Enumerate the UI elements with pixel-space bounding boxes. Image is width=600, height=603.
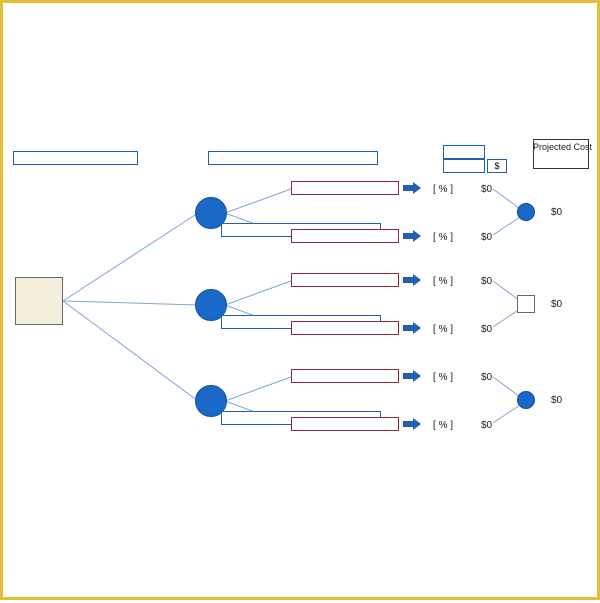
arrow-3b (403, 419, 421, 429)
projected-3: $0 (551, 395, 562, 406)
pct-3b: % (433, 420, 453, 431)
arrow-1b (403, 231, 421, 241)
header-dollar-cell: $ (487, 159, 507, 173)
projected-2: $0 (551, 299, 562, 310)
outcome-box-1b (291, 229, 399, 243)
arrow-2a (403, 275, 421, 285)
arrow-1a (403, 183, 421, 193)
projected-cost-label: Projected Cost (533, 142, 589, 153)
terminal-node-2 (517, 295, 535, 313)
decision-root-node (15, 277, 63, 325)
diagram-canvas: $ Projected Cost % % $0 $0 $0 % % $0 $0 … (3, 3, 600, 603)
arrow-3a (403, 371, 421, 381)
cost-1a: $0 (481, 184, 492, 195)
cost-3b: $0 (481, 420, 492, 431)
header-box-1 (13, 151, 138, 165)
cost-3a: $0 (481, 372, 492, 383)
outcome-box-1a (291, 181, 399, 195)
cost-2b: $0 (481, 324, 492, 335)
pct-3a: % (433, 372, 453, 383)
pct-2a: % (433, 276, 453, 287)
header-box-3b (443, 159, 485, 173)
projected-1: $0 (551, 207, 562, 218)
outcome-box-3a (291, 369, 399, 383)
outcome-box-2a (291, 273, 399, 287)
pct-2b: % (433, 324, 453, 335)
pct-1b: % (433, 232, 453, 243)
header-box-3 (443, 145, 485, 159)
pct-1a: % (433, 184, 453, 195)
terminal-node-3 (517, 391, 535, 409)
header-box-2 (208, 151, 378, 165)
cost-2a: $0 (481, 276, 492, 287)
outcome-box-2b (291, 321, 399, 335)
outcome-box-3b (291, 417, 399, 431)
connector-lines (3, 3, 600, 603)
terminal-node-1 (517, 203, 535, 221)
arrow-2b (403, 323, 421, 333)
cost-1b: $0 (481, 232, 492, 243)
